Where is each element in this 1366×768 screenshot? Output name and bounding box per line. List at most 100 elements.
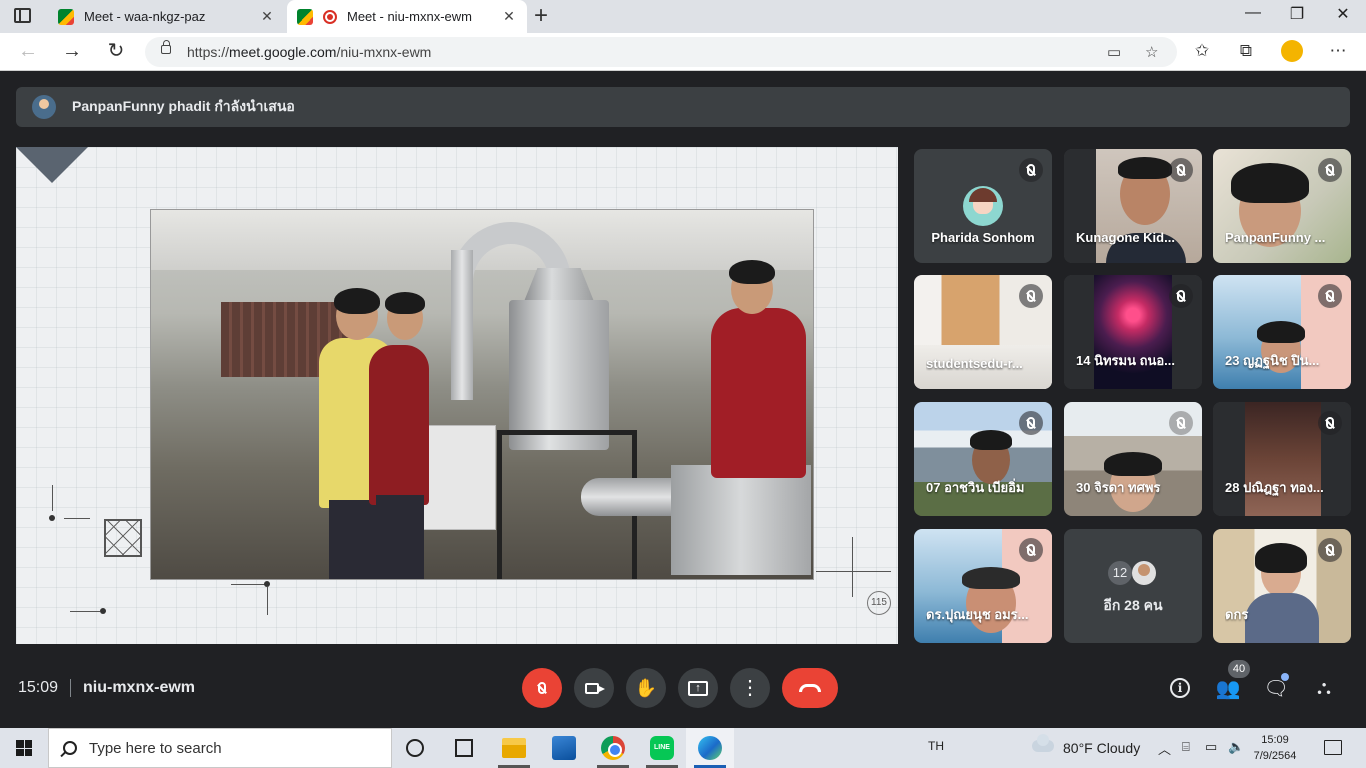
participant-tile[interactable]: 14 นิทรมน ถนอ...	[1064, 275, 1202, 389]
leave-call-button[interactable]	[782, 668, 838, 708]
bottom-separator	[70, 679, 71, 697]
meet-favicon-icon	[297, 8, 313, 25]
windows-taskbar: Type here to search LINE TH 80°F Cloudy …	[0, 728, 1366, 768]
task-view-icon[interactable]	[455, 739, 473, 757]
participant-tile[interactable]: PanpanFunny ...	[1213, 149, 1351, 263]
mic-off-icon	[538, 682, 546, 694]
presentation-stage[interactable]: 115	[16, 147, 898, 644]
edge-icon[interactable]	[698, 736, 722, 760]
participant-name: Kunagone Kid...	[1076, 230, 1175, 245]
line-app-icon[interactable]: LINE	[650, 736, 674, 760]
tab-meet-waa[interactable]: Meet - waa-nkgz-paz ✕	[48, 0, 285, 33]
raise-hand-button[interactable]: ✋	[626, 668, 666, 708]
mic-off-icon	[1019, 158, 1043, 182]
slide-photo	[150, 209, 814, 580]
mic-off-icon	[1318, 158, 1342, 182]
slide-number: 115	[867, 591, 891, 615]
taskbar-search[interactable]: Type here to search	[48, 728, 392, 768]
mic-off-icon	[1019, 284, 1043, 308]
battery-icon[interactable]: ▭	[1205, 739, 1217, 755]
mic-off-icon	[1169, 411, 1193, 435]
add-favorite-star-icon[interactable]: ☆	[1145, 43, 1158, 61]
activities-button[interactable]: ⛬	[1312, 676, 1336, 700]
activities-icon: ⛬	[1317, 676, 1331, 699]
info-icon: i	[1170, 678, 1190, 698]
tab-close-icon[interactable]: ✕	[501, 8, 517, 25]
participant-tile[interactable]: ดร.ปุณยนุช อมร...	[914, 529, 1052, 643]
slide-corner-decoration	[16, 147, 88, 183]
forward-arrow-icon[interactable]: →	[60, 40, 84, 62]
tab-meet-niu[interactable]: Meet - niu-mxnx-ewm ✕	[287, 0, 527, 33]
profile-avatar[interactable]	[1281, 40, 1303, 62]
participant-tile[interactable]: Kunagone Kid...	[1064, 149, 1202, 263]
camera-toggle-button[interactable]	[574, 668, 614, 708]
search-icon	[63, 741, 77, 755]
mic-off-icon	[1318, 411, 1342, 435]
notification-center-icon[interactable]	[1324, 740, 1342, 755]
camera-in-use-icon[interactable]: ▭	[1107, 43, 1121, 61]
volume-icon[interactable]: 🔈	[1228, 739, 1244, 755]
participant-tile[interactable]: 07 อาชวิน เบียอิ่ม	[914, 402, 1052, 516]
camera-icon	[584, 682, 605, 694]
present-now-button[interactable]: ↑	[678, 668, 718, 708]
more-options-button[interactable]: ⋮	[730, 668, 770, 708]
participant-name: 28 ปณิฎฐา ทอง...	[1225, 480, 1324, 495]
network-icon[interactable]: ⌸	[1182, 739, 1190, 755]
address-bar[interactable]: https://meet.google.com/niu-mxnx-ewm ▭ ☆	[145, 37, 1177, 67]
reload-icon[interactable]: ↻	[104, 40, 128, 62]
tab-close-icon[interactable]: ✕	[259, 8, 275, 25]
end-call-icon	[799, 684, 821, 692]
tab-label: Meet - niu-mxnx-ewm	[347, 9, 472, 24]
participant-name: 30 จิรดา ทศพร	[1076, 480, 1161, 495]
more-menu-icon[interactable]: ⋯	[1326, 41, 1350, 61]
participant-name: PanpanFunny ...	[1225, 230, 1326, 245]
restore-icon[interactable]: ❐	[1274, 4, 1320, 24]
taskbar-clock[interactable]: 15:09 7/9/2564	[1252, 732, 1298, 764]
people-button[interactable]: 👥	[1215, 676, 1241, 700]
participant-tile[interactable]: Pharida Sonhom	[914, 149, 1052, 263]
lock-icon[interactable]	[161, 40, 171, 54]
address-toolbar: ← → ↻ https://meet.google.com/niu-mxnx-e…	[0, 33, 1366, 71]
taskbar-date: 7/9/2564	[1253, 750, 1297, 762]
meet-favicon-icon	[58, 8, 74, 25]
tab-label: Meet - waa-nkgz-paz	[84, 9, 206, 24]
mic-off-icon	[1019, 411, 1043, 435]
people-icon: 👥	[1215, 677, 1241, 700]
participant-name: ดร.ปุณยนุช อมร...	[926, 607, 1029, 622]
mic-off-icon	[1019, 538, 1043, 562]
others-tile[interactable]: 12 อีก 28 คน	[1064, 529, 1202, 643]
mic-toggle-button[interactable]	[522, 668, 562, 708]
weather-text[interactable]: 80°F Cloudy	[1063, 740, 1140, 756]
participant-tile[interactable]: studentsedu-r...	[914, 275, 1052, 389]
minimize-icon[interactable]: —	[1230, 4, 1276, 22]
participant-avatar	[963, 186, 1003, 226]
show-hidden-icons-icon[interactable]: ︿	[1158, 739, 1171, 758]
new-tab-plus-icon[interactable]: +	[534, 3, 548, 29]
photos-app-icon[interactable]	[552, 736, 576, 760]
cloudy-weather-icon[interactable]	[1032, 734, 1054, 752]
cortana-icon[interactable]	[406, 739, 424, 757]
file-explorer-icon[interactable]	[502, 738, 526, 758]
others-count-badge: 12	[1108, 561, 1132, 585]
collections-icon[interactable]: ⧉	[1234, 41, 1258, 61]
tab-actions-icon[interactable]	[14, 8, 31, 23]
window-close-icon[interactable]: ✕	[1320, 4, 1366, 24]
participant-tile[interactable]: 23 ญฏฐนิช ปิน...	[1213, 275, 1351, 389]
chrome-icon[interactable]	[601, 736, 625, 760]
participant-name: 23 ญฏฐนิช ปิน...	[1225, 353, 1320, 368]
url-text[interactable]: https://meet.google.com/niu-mxnx-ewm	[187, 44, 431, 60]
windows-start-icon[interactable]	[16, 740, 32, 756]
back-arrow-icon[interactable]: ←	[16, 40, 40, 62]
meeting-details-button[interactable]: i	[1168, 676, 1192, 700]
participant-name: 07 อาชวิน เบียอิ่ม	[926, 480, 1025, 495]
hand-icon: ✋	[634, 677, 658, 698]
participant-tile[interactable]: 30 จิรดา ทศพร	[1064, 402, 1202, 516]
others-avatar	[1132, 561, 1156, 585]
favorites-icon[interactable]: ✩	[1190, 41, 1214, 61]
search-placeholder: Type here to search	[89, 739, 222, 757]
participant-tile[interactable]: 28 ปณิฎฐา ทอง...	[1213, 402, 1351, 516]
participant-tile[interactable]: ดกร	[1213, 529, 1351, 643]
input-language[interactable]: TH	[928, 739, 944, 753]
meeting-code: niu-mxnx-ewm	[83, 679, 196, 696]
presenter-banner: PanpanFunny phadit กำลังนำเสนอ	[16, 87, 1350, 127]
